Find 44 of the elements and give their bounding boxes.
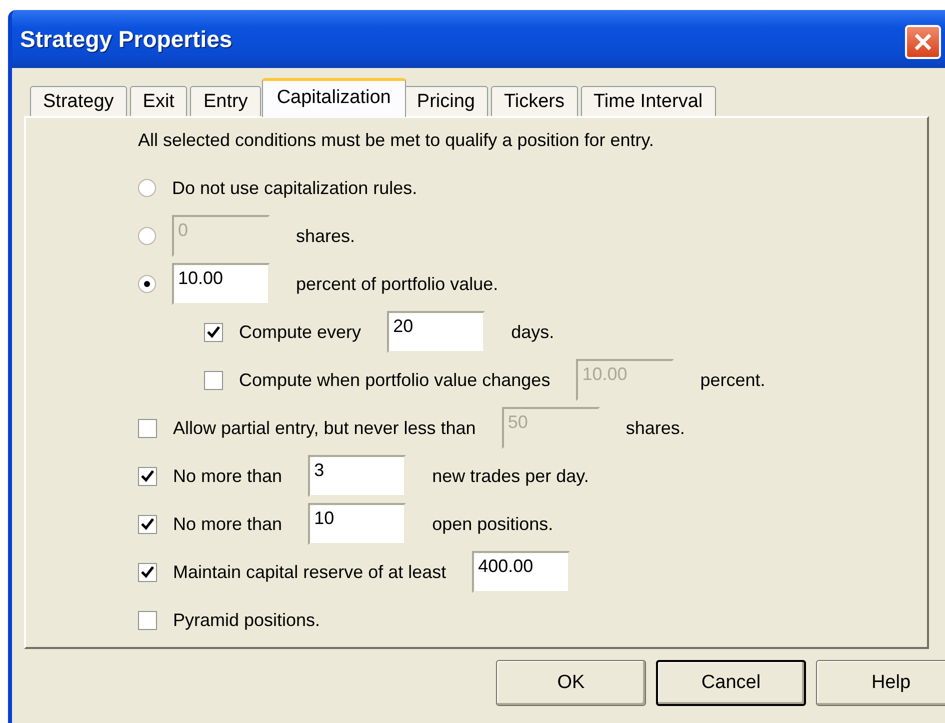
tab[interactable]: Strategy — [30, 86, 127, 116]
checkbox[interactable] — [204, 370, 223, 390]
checkbox[interactable] — [204, 322, 223, 342]
unit-label: shares. — [296, 226, 356, 246]
unit-label: shares. — [626, 418, 685, 438]
option-label: No more than — [173, 514, 282, 534]
input-field[interactable]: 3 — [308, 455, 406, 497]
checkbox[interactable] — [138, 514, 157, 534]
checkbox[interactable] — [138, 418, 157, 438]
radio-button[interactable] — [138, 227, 156, 245]
window-title: Strategy Properties — [20, 26, 232, 52]
input-field[interactable]: 10.00 — [172, 263, 270, 305]
option-label: Compute every — [239, 322, 362, 342]
option-label: Maintain capital reserve of at least — [173, 562, 446, 582]
tab[interactable]: Pricing — [404, 86, 488, 116]
close-button[interactable] — [905, 25, 941, 59]
tab[interactable]: Capitalization — [262, 78, 406, 117]
input-field[interactable]: 20 — [387, 311, 486, 353]
close-icon — [913, 32, 933, 52]
option-label: No more than — [173, 466, 282, 486]
dialog-button[interactable]: OK — [496, 660, 646, 706]
instruction-text: All selected conditions must be met to qualify a position for entry. — [138, 130, 655, 151]
checkbox[interactable] — [138, 466, 157, 486]
input-field[interactable]: 400.00 — [472, 551, 570, 593]
unit-label: open positions. — [432, 514, 554, 534]
unit-label: percent. — [700, 370, 766, 390]
tab[interactable]: Tickers — [490, 86, 578, 116]
unit-label: days. — [511, 322, 554, 342]
option-label: Pyramid positions. — [173, 610, 320, 630]
dialog-button[interactable]: Help — [816, 660, 945, 706]
dialog-button[interactable]: Cancel — [656, 660, 806, 706]
input-field[interactable]: 10 — [308, 503, 406, 545]
tab[interactable]: Entry — [190, 86, 261, 116]
checkbox[interactable] — [138, 562, 157, 582]
option-label: Compute when portfolio value changes — [239, 370, 550, 390]
unit-label: new trades per day. — [432, 466, 589, 486]
checkbox[interactable] — [138, 610, 157, 630]
radio-button[interactable] — [138, 179, 156, 197]
tab[interactable]: Exit — [130, 86, 188, 116]
unit-label: percent of portfolio value. — [296, 274, 498, 294]
option-label: Do not use capitalization rules. — [172, 178, 418, 198]
tab[interactable]: Time Interval — [580, 86, 716, 116]
radio-button[interactable] — [138, 275, 156, 293]
option-label: Allow partial entry, but never less than — [173, 418, 476, 438]
